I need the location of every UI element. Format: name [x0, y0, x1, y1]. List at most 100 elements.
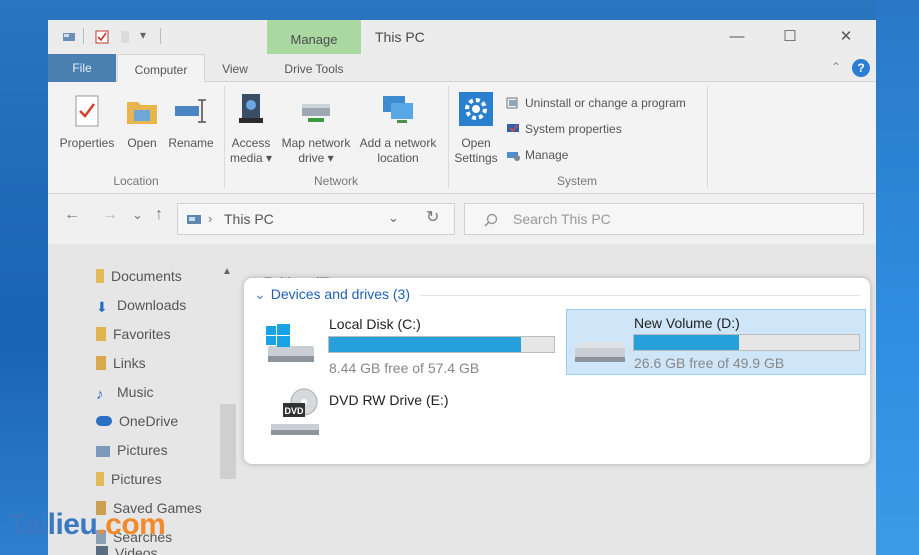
watermark-part-1: Tai — [8, 508, 48, 541]
this-pc-icon — [187, 215, 201, 224]
properties-button[interactable]: Properties — [56, 94, 118, 151]
system-properties-button[interactable]: System properties — [506, 122, 622, 136]
open-folder-icon — [127, 102, 157, 124]
open-settings-label: Open — [461, 136, 491, 150]
devices-group-header[interactable]: ⌄ Devices and drives (3) — [254, 286, 410, 303]
maximize-button[interactable]: ☐ — [776, 26, 804, 48]
address-bar[interactable]: › This PC ⌄ — [177, 203, 455, 235]
videos-icon — [96, 546, 108, 555]
scroll-up-icon[interactable]: ▲ — [222, 266, 232, 277]
sidebar-item-pictures[interactable]: Pictures — [96, 442, 168, 458]
sidebar-item-videos[interactable]: Videos — [96, 545, 158, 555]
desktop-background — [876, 0, 919, 555]
sidebar-item-pictures-2[interactable]: Pictures — [96, 471, 162, 487]
drive-c-free-space: 8.44 GB free of 57.4 GB — [329, 360, 480, 376]
search-placeholder: Search This PC — [513, 211, 611, 227]
up-button[interactable]: ↑ — [155, 206, 163, 224]
title-bar: ▾ Manage This PC — ☐ ✕ — [48, 20, 876, 56]
system-properties-icon — [507, 124, 519, 133]
manage-contextual-tab[interactable]: Manage — [267, 20, 361, 56]
system-group-label: System — [556, 174, 597, 188]
recent-locations-button[interactable]: ⌄ — [132, 207, 143, 223]
uninstall-program-button[interactable]: Uninstall or change a program — [506, 96, 686, 110]
onedrive-cloud-icon — [96, 416, 112, 426]
drive-c[interactable]: Local Disk (C:) 8.44 GB free of 57.4 GB — [264, 312, 564, 376]
sidebar-item-label: OneDrive — [119, 413, 179, 429]
refresh-button[interactable]: ↻ — [426, 207, 439, 227]
properties-checkbox-icon[interactable] — [95, 30, 109, 44]
map-network-drive-button[interactable]: Map network drive ▾ — [278, 90, 354, 166]
sidebar-item-label: Pictures — [111, 471, 162, 487]
sidebar-item-documents[interactable]: Documents — [96, 268, 182, 284]
address-text: This PC — [224, 211, 274, 227]
documents-icon — [96, 269, 104, 283]
sidebar-item-music[interactable]: ♪ Music — [96, 384, 154, 402]
map-network-drive-label-2: drive ▾ — [298, 151, 334, 165]
dvd-logo-text: DVD — [284, 406, 304, 416]
section-divider — [420, 295, 860, 296]
drive-e[interactable]: DVD DVD RW Drive (E:) — [264, 388, 564, 450]
watermark-logo: Tailieu.com — [8, 508, 166, 542]
minimize-button[interactable]: — — [723, 26, 751, 48]
close-button[interactable]: ✕ — [832, 26, 860, 48]
properties-label: Properties — [59, 136, 115, 150]
search-icon — [484, 213, 498, 227]
network-location-icon — [383, 96, 413, 123]
drive-c-name: Local Disk (C:) — [329, 316, 421, 332]
uninstall-label: Uninstall or change a program — [525, 96, 686, 110]
new-folder-icon[interactable] — [118, 30, 132, 44]
collapse-ribbon-icon[interactable]: ⌃ — [831, 60, 841, 74]
manage-label: Manage — [525, 148, 569, 162]
breadcrumb-separator[interactable]: › — [208, 211, 212, 226]
access-media-icon — [239, 94, 263, 123]
back-button[interactable]: ← — [64, 206, 80, 224]
windows-drive-icon — [266, 324, 314, 362]
sidebar-item-links[interactable]: Links — [96, 355, 146, 371]
drive-d[interactable]: New Volume (D:) 26.6 GB free of 49.9 GB — [566, 309, 866, 375]
tab-file[interactable]: File — [48, 54, 116, 82]
dvd-drive-icon: DVD — [271, 388, 319, 435]
drive-e-name: DVD RW Drive (E:) — [329, 392, 449, 408]
sidebar-item-downloads[interactable]: ⬇ Downloads — [96, 297, 186, 314]
drive-c-usage-bar — [328, 336, 555, 353]
address-dropdown-icon[interactable]: ⌄ — [388, 210, 399, 226]
sidebar-item-favorites[interactable]: Favorites — [96, 326, 171, 342]
ribbon-divider — [448, 86, 449, 188]
manage-button[interactable]: Manage — [506, 148, 568, 162]
tab-computer[interactable]: Computer — [117, 54, 205, 83]
folder-drive-icon[interactable] — [62, 30, 76, 44]
tab-view[interactable]: View — [212, 54, 258, 82]
hard-drive-icon — [575, 342, 625, 362]
uninstall-icon — [506, 97, 518, 109]
location-group-label: Location — [113, 174, 159, 188]
access-media-label: Access — [231, 136, 271, 150]
navigation-bar: ← → ⌄ ↑ › This PC ⌄ ↻ Search This PC — [48, 194, 876, 244]
sidebar-item-label: Downloads — [117, 297, 187, 313]
drive-d-name: New Volume (D:) — [634, 315, 740, 331]
sidebar-item-label: Pictures — [117, 442, 168, 458]
add-network-location-label-2: location — [377, 151, 419, 165]
ribbon-divider — [707, 86, 708, 188]
help-icon[interactable]: ? — [852, 59, 870, 77]
settings-gear-icon — [459, 92, 493, 126]
add-network-location-button[interactable]: Add a network location — [354, 90, 442, 166]
tab-drive-tools[interactable]: Drive Tools — [268, 54, 360, 82]
rename-button[interactable]: Rename — [166, 94, 216, 151]
customize-toolbar-icon[interactable]: ▾ — [140, 28, 146, 42]
devices-and-drives-section: ⌄ Devices and drives (3) Local Disk (C:) … — [244, 278, 870, 464]
access-media-label-2: media ▾ — [229, 151, 273, 165]
sidebar-item-label: Favorites — [113, 326, 171, 342]
sidebar-item-label: Links — [113, 355, 146, 371]
access-media-button[interactable]: Access media ▾ — [226, 90, 276, 166]
open-settings-button[interactable]: Open Settings — [450, 90, 502, 166]
search-box[interactable]: Search This PC — [464, 203, 864, 235]
open-button[interactable]: Open — [122, 94, 162, 151]
watermark-part-3: .com — [97, 508, 166, 541]
forward-button[interactable]: → — [102, 206, 118, 224]
scrollbar-thumb[interactable] — [220, 404, 236, 479]
add-network-location-label: Add a network — [359, 136, 437, 150]
sidebar-item-onedrive[interactable]: OneDrive — [96, 413, 178, 429]
window-title: This PC — [375, 29, 425, 45]
ribbon: Properties Open Rename Location Access m… — [48, 82, 876, 194]
favorites-icon — [96, 327, 106, 341]
